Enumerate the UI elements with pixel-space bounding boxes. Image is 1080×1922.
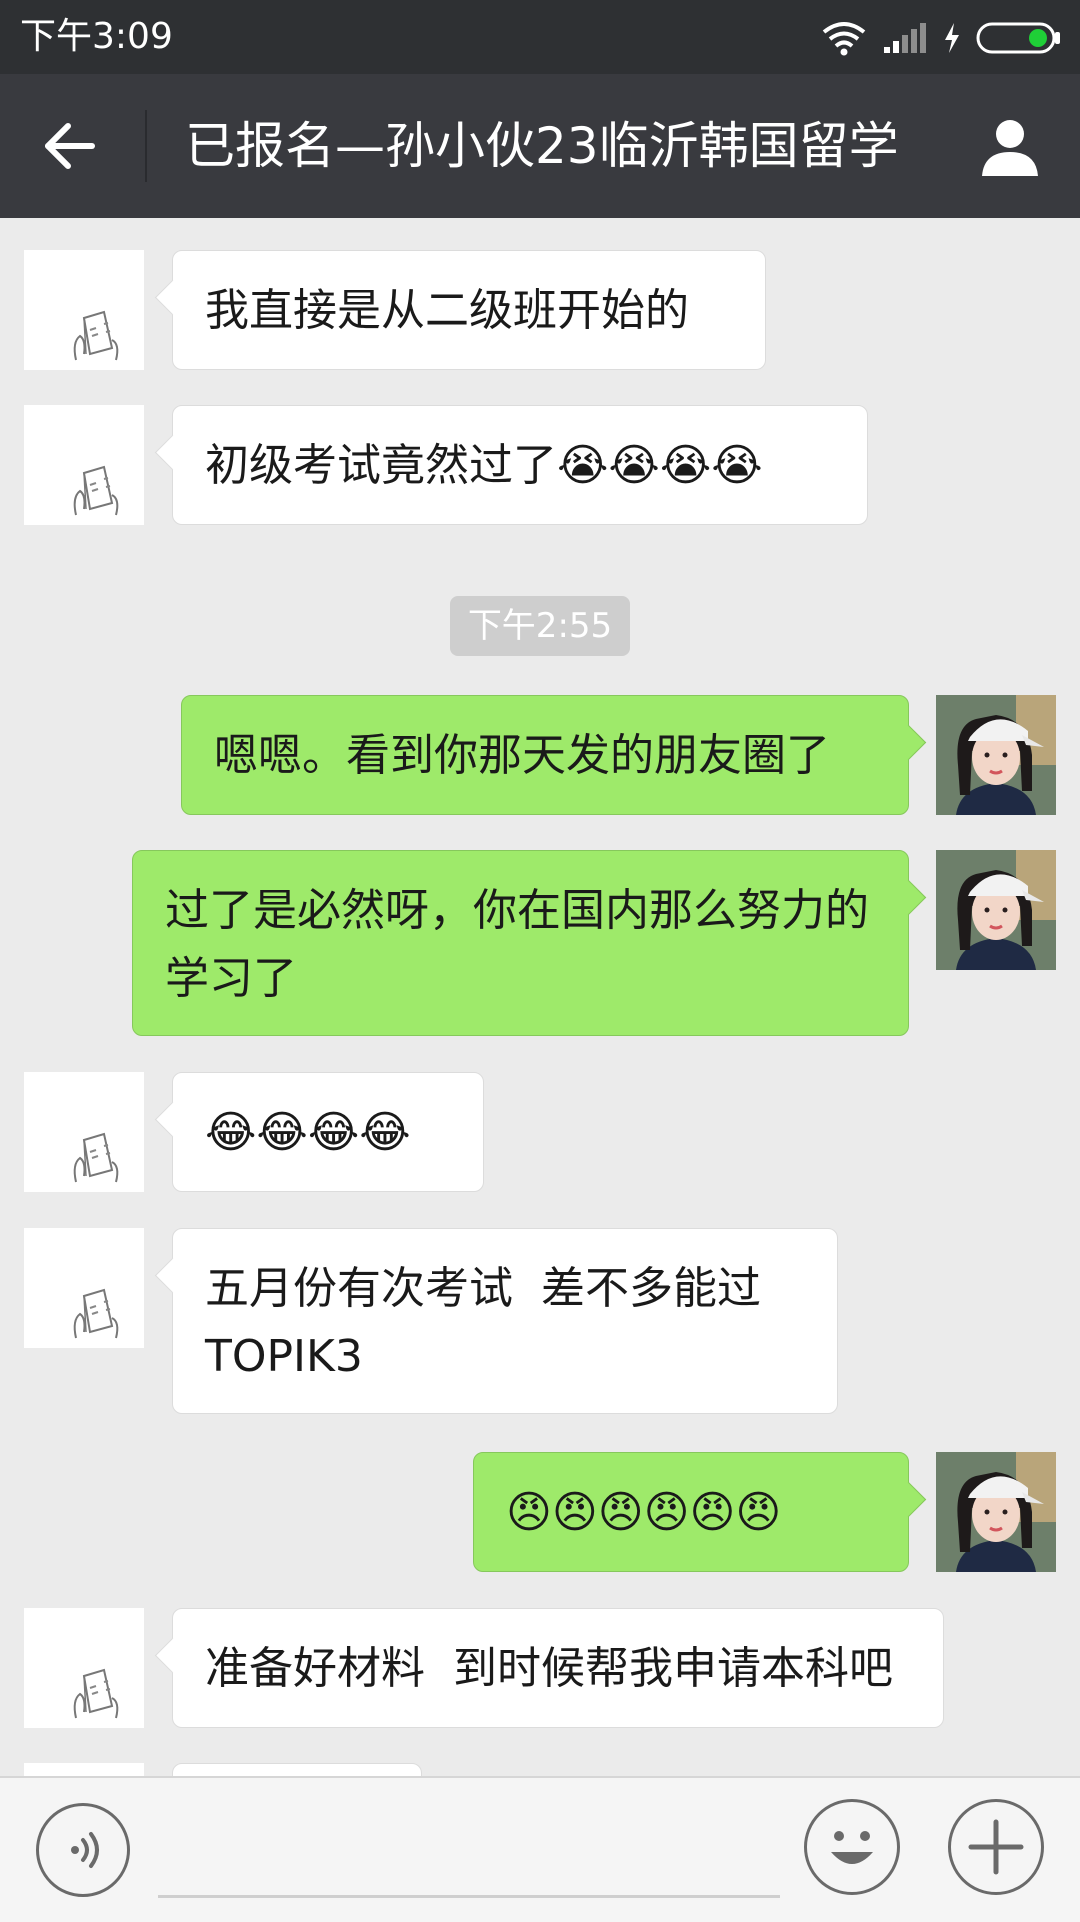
message-text: 我直接是从二级班开始的 (205, 285, 689, 336)
wifi-icon (822, 22, 866, 56)
message-text: 过了是必然呀，你在国内那么努力的学习了 (165, 885, 869, 1004)
message-text: 😠😠😠😠😠😠 (506, 1487, 782, 1538)
status-time: 下午3:09 (20, 16, 173, 57)
user-avatar[interactable] (936, 850, 1056, 970)
user-avatar[interactable] (936, 1452, 1056, 1572)
message-bubble[interactable]: 嗯嗯。看到你那天发的朋友圈了 (181, 695, 909, 815)
contact-profile-icon[interactable] (978, 114, 1042, 178)
contact-avatar[interactable] (24, 405, 144, 525)
message-text: 五月份有次考试 差不多能过TOPIK3 (205, 1263, 761, 1382)
more-options-button[interactable] (948, 1799, 1044, 1895)
emoji-icon (831, 1831, 873, 1864)
message-input[interactable] (158, 1895, 780, 1898)
contact-avatar[interactable] (24, 250, 144, 370)
voice-input-button[interactable] (36, 1803, 130, 1897)
message-bubble[interactable]: 五月份有次考试 差不多能过TOPIK3 (172, 1228, 838, 1414)
sketch-avatar-image (73, 1132, 119, 1183)
back-arrow-icon[interactable] (40, 116, 100, 176)
status-bar: 下午3:09 (0, 0, 1080, 74)
signal-icon (884, 23, 926, 53)
user-photo-image (936, 1452, 1056, 1572)
message-bubble[interactable]: 过了是必然呀，你在国内那么努力的学习了 (132, 850, 909, 1036)
chat-title-bar: 已报名—孙小伙23临沂韩国留学 (0, 74, 1080, 218)
sketch-avatar-image (73, 1288, 119, 1339)
message-list[interactable]: 我直接是从二级班开始的 初级考试竟然过了😭😭😭😭 下午2:55 嗯嗯。看到你那天… (0, 218, 1080, 1776)
user-photo-image (936, 695, 1056, 815)
charging-icon (945, 23, 959, 53)
plus-icon (968, 1819, 1024, 1875)
message-text: 初级考试竟然过了😭😭😭😭 (205, 440, 763, 491)
battery-icon (976, 22, 1060, 54)
message-text: 准备好材料 到时候帮我申请本科吧 (205, 1643, 893, 1694)
status-icons (820, 18, 1062, 58)
contact-avatar[interactable] (24, 1763, 144, 1776)
user-avatar[interactable] (936, 695, 1056, 815)
contact-avatar[interactable] (24, 1228, 144, 1348)
voice-input-icon (71, 1832, 99, 1868)
message-bubble[interactable]: 我直接是从二级班开始的 (172, 250, 766, 370)
contact-avatar[interactable] (24, 1072, 144, 1192)
title-divider (145, 110, 147, 182)
emoji-button[interactable] (804, 1799, 900, 1895)
message-bubble[interactable]: 😂😂😂😂 (172, 1072, 484, 1192)
chat-title: 已报名—孙小伙23临沂韩国留学 (185, 117, 899, 175)
user-photo-image (936, 850, 1056, 970)
message-bubble[interactable]: 😠😠😠😠😠😠 (473, 1452, 909, 1572)
message-text: 嗯嗯。看到你那天发的朋友圈了 (214, 730, 830, 781)
message-bubble[interactable]: 初级考试竟然过了😭😭😭😭 (172, 405, 868, 525)
sketch-avatar-image (73, 1668, 119, 1719)
sketch-avatar-image (73, 465, 119, 516)
message-text: 😂😂😂😂 (205, 1107, 411, 1158)
contact-avatar[interactable] (24, 1608, 144, 1728)
message-bubble[interactable] (172, 1763, 422, 1776)
sketch-avatar-image (73, 310, 119, 361)
chat-input-bar (0, 1776, 1080, 1922)
message-bubble[interactable]: 准备好材料 到时候帮我申请本科吧 (172, 1608, 944, 1728)
chat-timestamp: 下午2:55 (450, 596, 630, 656)
